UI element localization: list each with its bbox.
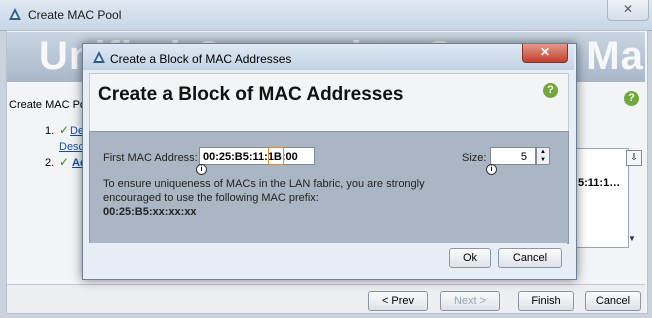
size-label: Size: [462, 152, 487, 164]
first-mac-label: First MAC Address: [103, 152, 198, 164]
dialog-heading: Create a Block of MAC Addresses [98, 84, 404, 105]
size-input[interactable]: 5 [490, 147, 536, 165]
help-icon[interactable]: ? [624, 91, 639, 106]
mac-blocks-table [574, 148, 629, 248]
scroll-down-icon[interactable]: ▼ [628, 234, 636, 243]
text-selection-highlight [268, 147, 284, 165]
first-mac-input[interactable]: 00:25:B5:11:1B:00 [199, 147, 315, 165]
ok-button[interactable]: Ok [449, 248, 491, 268]
table-menu-icon[interactable]: ⇩ [626, 150, 642, 166]
next-button[interactable]: Next > [440, 291, 500, 311]
cisco-triangle-icon [9, 8, 21, 20]
step-1-number: 1. [45, 125, 55, 137]
uniqueness-note: encouraged to use the following MAC pref… [103, 192, 319, 204]
table-cell: 5:11:1… [578, 177, 621, 189]
uniqueness-note: To ensure uniqueness of MACs in the LAN … [103, 178, 425, 190]
finish-button[interactable]: Finish [518, 291, 574, 311]
outer-close-button[interactable]: ✕ [607, 0, 649, 21]
dialog-title: Create a Block of MAC Addresses [110, 52, 292, 66]
wizard-cancel-button[interactable]: Cancel [585, 291, 641, 311]
info-icon[interactable]: i [486, 164, 497, 175]
checkmark-icon: ✓ [59, 123, 70, 137]
step-2-number: 2. [45, 157, 55, 169]
dialog-close-button[interactable]: ✕ [522, 44, 568, 63]
cancel-button[interactable]: Cancel [498, 248, 562, 268]
mac-prefix: 00:25:B5:xx:xx:xx [103, 206, 197, 218]
help-icon[interactable]: ? [543, 83, 558, 98]
prev-button[interactable]: < Prev [368, 291, 428, 311]
step-1-sublink[interactable]: Desc [59, 141, 84, 153]
outer-window-title: Create MAC Pool [28, 8, 122, 22]
dialog-footer [89, 243, 567, 271]
cisco-triangle-icon [93, 51, 105, 63]
spinner-icon[interactable]: ▲ ▼ [536, 147, 550, 165]
info-icon[interactable]: i [196, 164, 207, 175]
checkmark-icon: ✓ [59, 155, 70, 169]
